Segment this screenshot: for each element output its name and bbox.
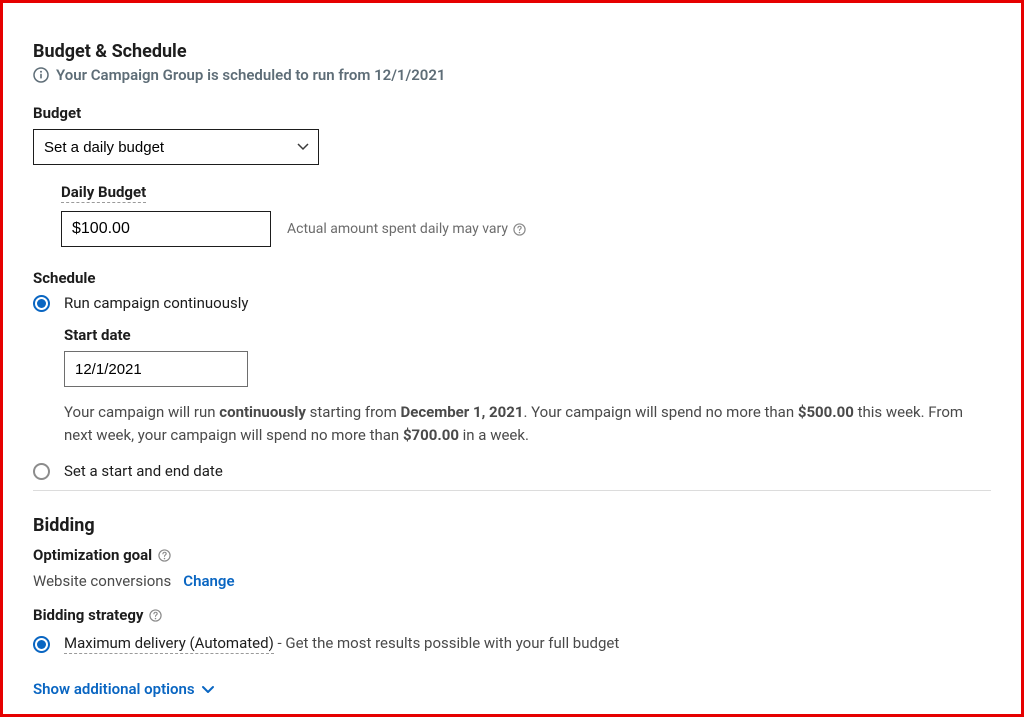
daily-budget-input[interactable] <box>61 211 271 247</box>
banner-text: Your Campaign Group is scheduled to run … <box>56 66 445 84</box>
chevron-down-icon <box>201 682 215 696</box>
help-icon[interactable] <box>158 549 171 562</box>
daily-budget-helper: Actual amount spent daily may vary <box>287 221 526 237</box>
daily-budget-block: Daily Budget Actual amount spent daily m… <box>33 183 991 247</box>
show-additional-options[interactable]: Show additional options <box>33 680 215 698</box>
budget-type-select-value: Set a daily budget <box>44 139 164 156</box>
radio-run-continuously[interactable] <box>33 295 50 312</box>
start-date-label: Start date <box>64 326 991 344</box>
optimization-goal-label: Optimization goal <box>33 546 991 564</box>
schedule-banner: Your Campaign Group is scheduled to run … <box>33 66 991 84</box>
optimization-goal-value: Website conversions <box>33 572 171 590</box>
budget-type-select[interactable]: Set a daily budget <box>33 129 319 165</box>
budget-label: Budget <box>33 104 991 122</box>
radio-run-continuously-label: Run campaign continuously <box>64 294 248 312</box>
divider <box>33 490 991 491</box>
daily-budget-label: Daily Budget <box>61 183 991 203</box>
help-icon[interactable] <box>513 223 526 236</box>
bidding-strategy-desc: - Get the most results possible with you… <box>274 634 619 652</box>
bidding-strategy-name: Maximum delivery (Automated) <box>64 634 274 654</box>
schedule-label: Schedule <box>33 269 991 287</box>
schedule-note: Your campaign will run continuously star… <box>64 401 984 446</box>
radio-start-end-date[interactable] <box>33 463 50 480</box>
bidding-strategy-label: Bidding strategy <box>33 606 991 624</box>
radio-max-delivery[interactable] <box>33 636 50 653</box>
budget-schedule-panel: Budget & Schedule Your Campaign Group is… <box>0 0 1024 717</box>
start-date-input[interactable] <box>64 351 248 387</box>
info-icon <box>33 67 49 83</box>
change-optimization-link[interactable]: Change <box>183 572 234 590</box>
bidding-title: Bidding <box>33 515 991 536</box>
bidding-strategy-text: Maximum delivery (Automated) - Get the m… <box>64 634 619 654</box>
help-icon[interactable] <box>149 609 162 622</box>
section-title: Budget & Schedule <box>33 41 991 62</box>
radio-start-end-date-label: Set a start and end date <box>64 462 223 480</box>
